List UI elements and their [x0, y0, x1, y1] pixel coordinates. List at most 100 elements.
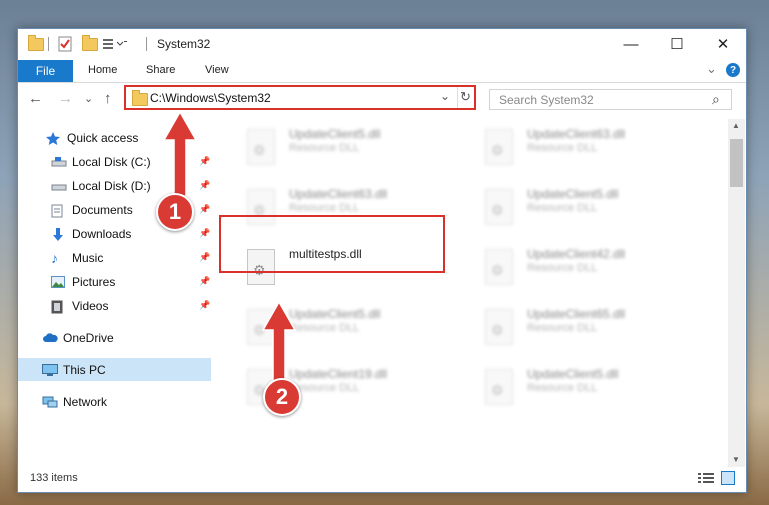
- drive-icon: [51, 180, 67, 192]
- file-name: UpdateClient5.dll: [527, 367, 619, 381]
- sidebar-item-label: Downloads: [72, 226, 132, 241]
- vertical-scrollbar[interactable]: ▲ ▼: [728, 119, 745, 467]
- star-icon: [46, 131, 60, 145]
- sidebar-item-this-pc[interactable]: This PC: [18, 358, 211, 381]
- search-input[interactable]: Search System32 ⌕: [489, 89, 732, 110]
- videos-icon: [51, 300, 65, 313]
- file-item[interactable]: UpdateClient42.dll Resource DLL: [479, 243, 709, 293]
- customize-toolbar-icon[interactable]: [102, 35, 128, 53]
- forward-button[interactable]: →: [58, 90, 73, 107]
- sidebar-item-label: Network: [63, 394, 108, 409]
- help-icon[interactable]: ?: [726, 63, 740, 77]
- file-highlight-box: [219, 215, 445, 273]
- file-type: Resource DLL: [289, 322, 360, 334]
- close-button[interactable]: ✕: [700, 29, 746, 59]
- address-bar[interactable]: C:\Windows\System32 ⌄ ↻: [124, 85, 476, 110]
- drive-icon: [51, 156, 67, 168]
- up-button[interactable]: ↑: [104, 90, 112, 107]
- file-name: UpdateClient19.dll: [289, 367, 388, 381]
- file-item[interactable]: UpdateClient5.dll Resource DLL: [241, 303, 471, 353]
- file-name: UpdateClient5.dll: [527, 187, 619, 201]
- pin-icon: 📌: [199, 252, 211, 262]
- music-icon: ♪: [51, 249, 58, 266]
- sidebar-item-label: Pictures: [72, 274, 116, 289]
- dll-file-icon: [485, 369, 513, 405]
- sidebar-item-label: Quick access: [67, 130, 139, 145]
- sidebar-item-local-disk-c[interactable]: Local Disk (C:) 📌: [18, 150, 211, 173]
- sidebar-item-label: This PC: [63, 362, 106, 377]
- sidebar-item-label: OneDrive: [63, 330, 114, 345]
- pin-icon: 📌: [199, 180, 211, 190]
- sidebar-item-pictures[interactable]: Pictures 📌: [18, 270, 211, 293]
- file-type: Resource DLL: [289, 202, 360, 214]
- search-icon: ⌕: [712, 91, 720, 107]
- dll-file-icon: [485, 249, 513, 285]
- scrollbar-thumb[interactable]: [730, 139, 743, 187]
- file-item[interactable]: UpdateClient5.dll Resource DLL: [241, 123, 471, 173]
- file-item[interactable]: UpdateClient63.dll Resource DLL: [479, 123, 709, 173]
- window-title: System32: [157, 37, 211, 51]
- file-name: UpdateClient63.dll: [289, 187, 388, 201]
- navigation-pane: Quick access Local Disk (C:) 📌 Local Dis…: [18, 125, 211, 465]
- sidebar-item-label: Local Disk (C:): [72, 154, 151, 169]
- network-icon: [42, 396, 58, 408]
- file-type: Resource DLL: [527, 202, 598, 214]
- back-button[interactable]: ←: [28, 90, 43, 107]
- sidebar-item-label: Local Disk (D:): [72, 178, 151, 193]
- item-count: 133 items: [30, 472, 78, 484]
- expand-ribbon-icon[interactable]: ⌄: [706, 61, 717, 77]
- pin-icon: 📌: [199, 276, 211, 286]
- divider: [48, 35, 49, 53]
- pin-icon: 📌: [199, 156, 211, 166]
- cloud-icon: [42, 332, 58, 344]
- title-bar: System32 — ☐ ✕: [18, 29, 746, 59]
- sidebar-item-onedrive[interactable]: OneDrive: [18, 326, 211, 349]
- divider: [457, 87, 458, 108]
- file-type: Resource DLL: [527, 262, 598, 274]
- file-name: UpdateClient5.dll: [289, 127, 381, 141]
- details-view-icon[interactable]: [698, 472, 714, 487]
- file-item[interactable]: UpdateClient65.dll Resource DLL: [479, 303, 709, 353]
- file-item[interactable]: UpdateClient5.dll Resource DLL: [479, 183, 709, 233]
- properties-icon[interactable]: [58, 35, 72, 53]
- download-icon: [51, 227, 65, 241]
- file-name: UpdateClient42.dll: [527, 247, 626, 261]
- file-type: Resource DLL: [527, 322, 598, 334]
- file-name: UpdateClient63.dll: [527, 127, 626, 141]
- step-2-badge: 2: [263, 378, 301, 416]
- file-item[interactable]: UpdateClient5.dll Resource DLL: [479, 363, 709, 413]
- maximize-button[interactable]: ☐: [654, 29, 700, 59]
- dll-file-icon: [485, 309, 513, 345]
- address-dropdown-icon[interactable]: ⌄: [440, 89, 450, 103]
- dll-file-icon: [247, 309, 275, 345]
- tab-file[interactable]: File: [18, 60, 73, 82]
- file-type: Resource DLL: [289, 142, 360, 154]
- computer-icon: [42, 363, 58, 376]
- tab-view[interactable]: View: [205, 64, 229, 76]
- sidebar-item-network[interactable]: Network: [18, 390, 211, 413]
- sidebar-item-label: Music: [72, 250, 104, 265]
- file-name: UpdateClient5.dll: [289, 307, 381, 321]
- sidebar-item-quick-access[interactable]: Quick access: [18, 126, 211, 149]
- sidebar-item-videos[interactable]: Videos 📌: [18, 294, 211, 317]
- file-list: UpdateClient5.dll Resource DLL UpdateCli…: [227, 125, 727, 465]
- address-path: C:\Windows\System32: [150, 91, 271, 105]
- pin-icon: 📌: [199, 300, 211, 310]
- minimize-button[interactable]: —: [608, 29, 654, 59]
- dll-file-icon: [485, 189, 513, 225]
- scroll-up-icon[interactable]: ▲: [732, 121, 740, 130]
- refresh-button[interactable]: ↻: [460, 89, 471, 105]
- tab-home[interactable]: Home: [88, 64, 117, 76]
- scroll-down-icon[interactable]: ▼: [732, 455, 740, 464]
- folder-icon: [28, 34, 44, 53]
- sidebar-item-music[interactable]: ♪ Music 📌: [18, 246, 211, 269]
- navigation-bar: ← → ⌄ ↑ C:\Windows\System32 ⌄ ↻ Search S…: [18, 83, 746, 117]
- new-folder-icon[interactable]: [82, 34, 98, 53]
- file-type: Resource DLL: [527, 142, 598, 154]
- tab-share[interactable]: Share: [146, 64, 175, 76]
- document-icon: [51, 204, 65, 217]
- large-icons-view-icon[interactable]: [721, 471, 735, 485]
- dll-file-icon: [485, 129, 513, 165]
- pictures-icon: [51, 275, 65, 288]
- recent-locations-button[interactable]: ⌄: [84, 92, 93, 105]
